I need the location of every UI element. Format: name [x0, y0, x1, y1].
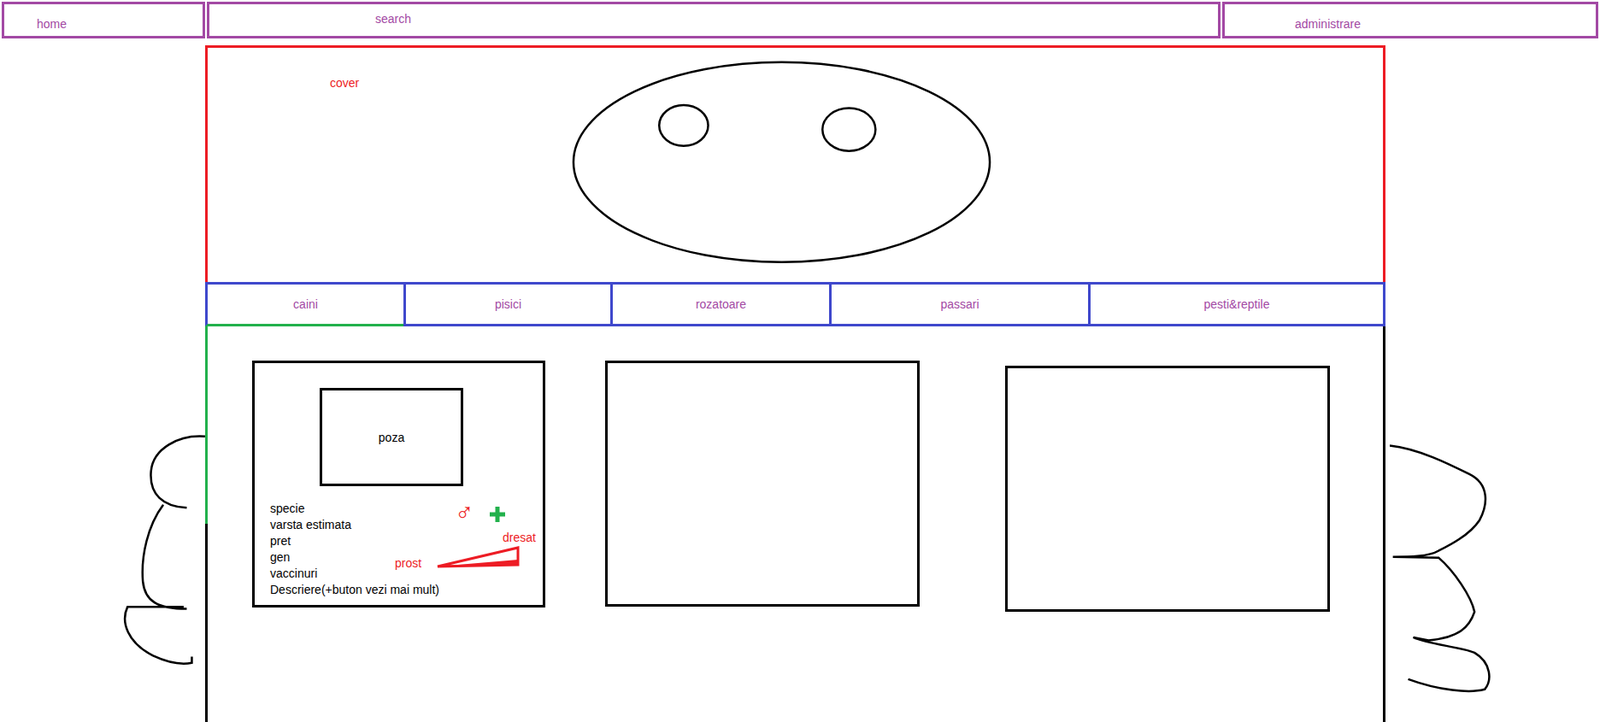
field: pret	[270, 533, 543, 550]
category-tab[interactable]: pesti&reptile	[1088, 282, 1386, 327]
training-high-label: dresat	[502, 530, 536, 545]
category-tab[interactable]: passari	[829, 282, 1091, 327]
eye-icon	[822, 108, 876, 152]
eye-icon	[658, 105, 708, 147]
category-tab[interactable]: pisici	[403, 282, 613, 327]
animal-card[interactable]	[605, 360, 920, 607]
sketch-overlay	[0, 0, 1600, 722]
listing-area: pozaspecievarsta estimatapretgenvaccinur…	[205, 326, 1386, 722]
main-column: cover cainipisicirozatoarepassaripesti&re…	[205, 45, 1386, 722]
cover: cover	[205, 45, 1386, 283]
nav-item[interactable]: home	[1, 1, 206, 39]
training-scale-icon	[435, 544, 522, 569]
category-tabs: cainipisicirozatoarepassaripesti&reptile	[205, 282, 1386, 327]
top-nav: homesearchadministrare	[0, 0, 1600, 37]
description-field[interactable]: Descriere(+buton vezi mai mult)	[270, 582, 543, 599]
category-tab[interactable]: rozatoare	[610, 282, 832, 327]
nav-item[interactable]: administrare	[1222, 1, 1599, 39]
plus-icon	[488, 505, 506, 524]
field: varsta estimata	[270, 517, 543, 534]
animal-card[interactable]: pozaspecievarsta estimatapretgenvaccinur…	[252, 360, 546, 608]
face-icon	[573, 62, 990, 263]
training-low-label: prost	[394, 556, 422, 571]
category-tab[interactable]: caini	[205, 282, 406, 327]
nav-item[interactable]: search	[206, 1, 1221, 39]
cover-label: cover	[207, 47, 1383, 90]
selection-strip	[205, 326, 208, 524]
gender-symbol: ♂	[454, 498, 475, 528]
animal-card[interactable]	[1005, 365, 1330, 612]
left-hand-icon	[124, 436, 206, 665]
photo-placeholder: poza	[319, 388, 464, 487]
right-hand-icon	[1389, 446, 1489, 692]
